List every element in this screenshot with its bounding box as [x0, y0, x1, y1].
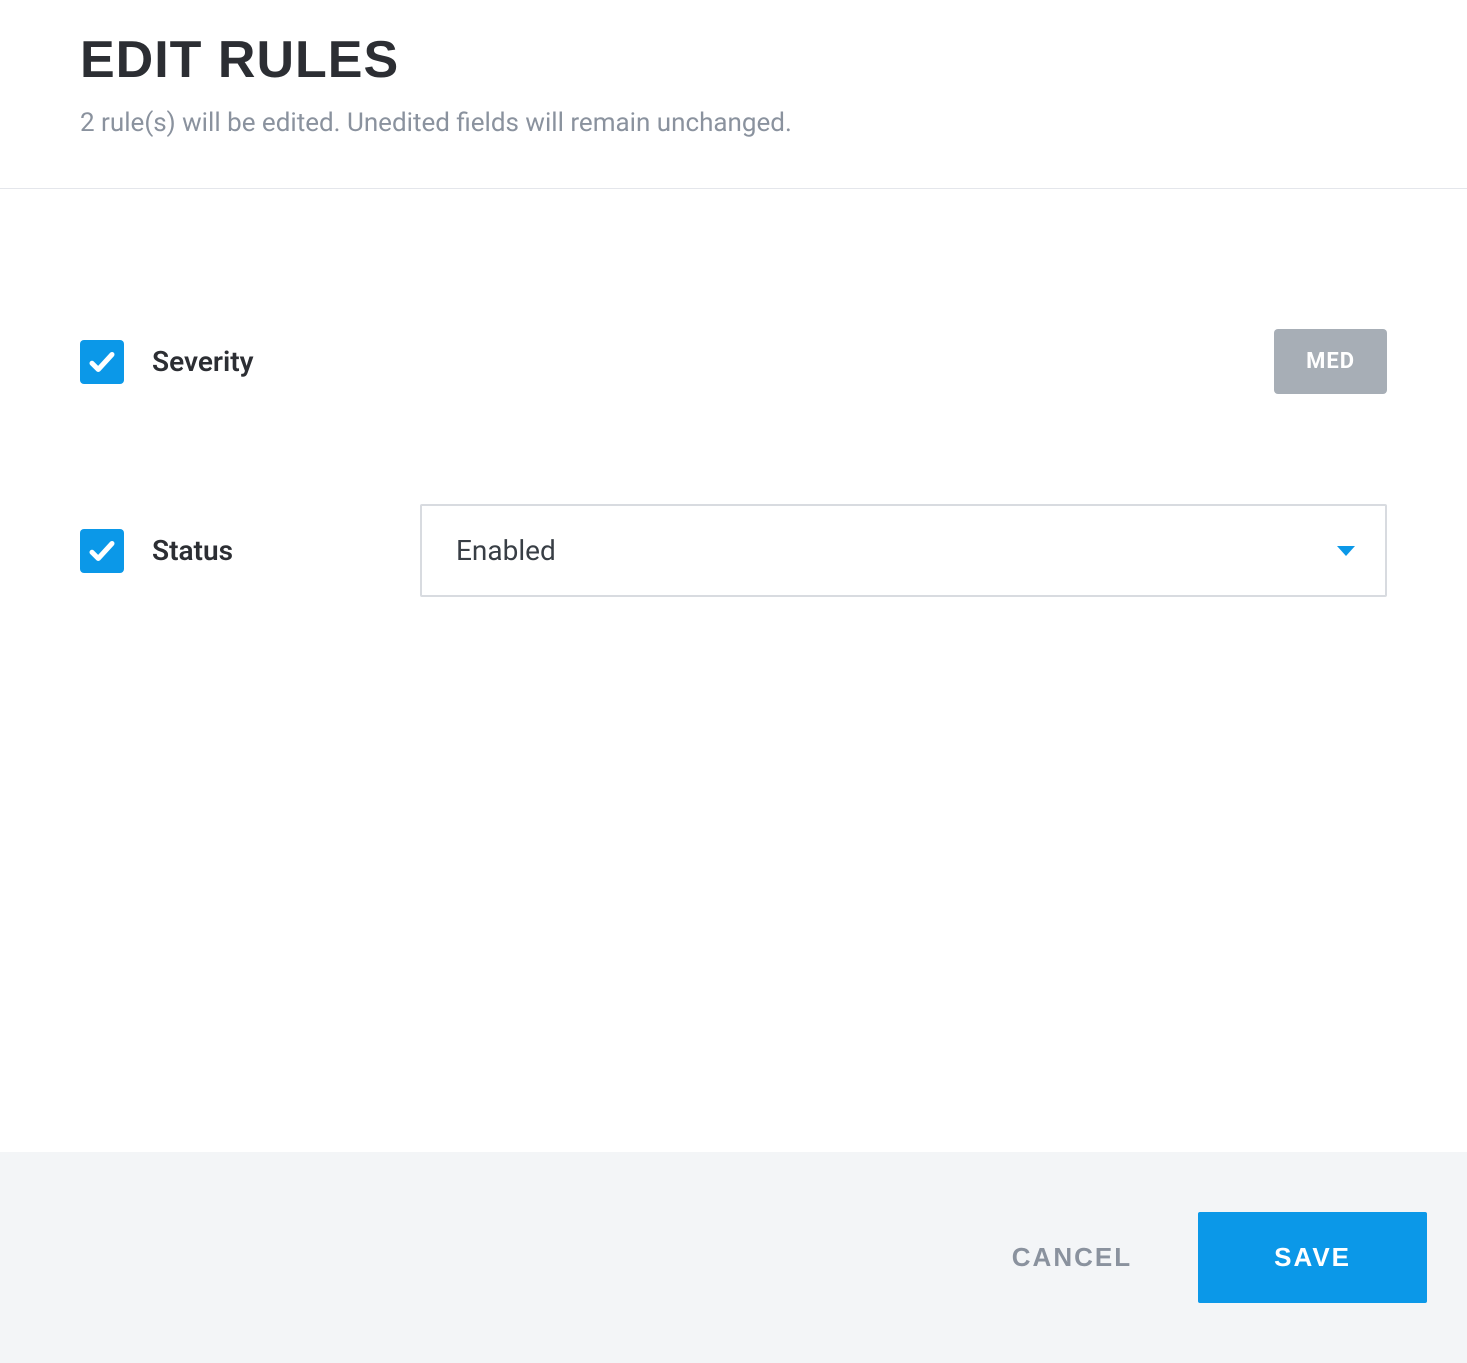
- status-select-value: Enabled: [456, 534, 556, 567]
- status-label: Status: [152, 534, 233, 567]
- cancel-button[interactable]: CANCEL: [996, 1222, 1148, 1293]
- checkmark-icon: [87, 347, 117, 377]
- severity-checkbox[interactable]: [80, 340, 124, 384]
- severity-badge[interactable]: MED: [1274, 329, 1387, 394]
- save-button[interactable]: SAVE: [1198, 1212, 1427, 1303]
- severity-control: MED: [420, 329, 1387, 394]
- chevron-down-icon: [1337, 546, 1355, 556]
- status-checkbox[interactable]: [80, 529, 124, 573]
- status-row: Status Enabled: [80, 504, 1387, 597]
- checkmark-icon: [87, 536, 117, 566]
- severity-checkbox-group: Severity: [80, 340, 420, 384]
- page-title: EDIT RULES: [80, 30, 1387, 90]
- severity-label: Severity: [152, 345, 254, 378]
- dialog-header: EDIT RULES 2 rule(s) will be edited. Une…: [0, 0, 1467, 188]
- status-select-wrapper: Enabled: [420, 504, 1387, 597]
- page-subtitle: 2 rule(s) will be edited. Unedited field…: [80, 108, 1387, 138]
- severity-row: Severity MED: [80, 329, 1387, 394]
- status-select[interactable]: Enabled: [420, 504, 1387, 597]
- status-checkbox-group: Status: [80, 529, 420, 573]
- status-control: Enabled: [420, 504, 1387, 597]
- form-content: Severity MED Status Enabled: [0, 189, 1467, 1152]
- dialog-footer: CANCEL SAVE: [0, 1152, 1467, 1363]
